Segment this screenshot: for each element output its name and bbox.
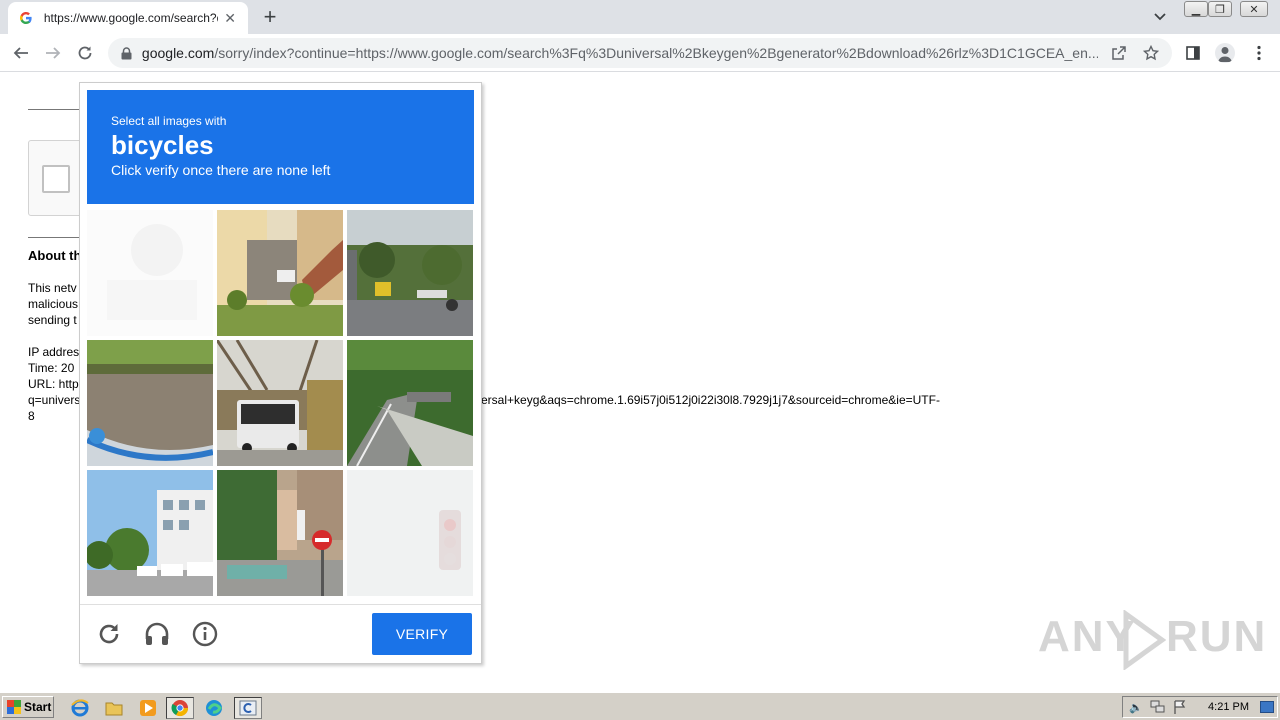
image-tile-5[interactable]: [217, 340, 343, 466]
clock: 4:21 PM: [1208, 701, 1249, 713]
show-desktop-icon[interactable]: [1260, 701, 1274, 713]
reload-challenge-icon[interactable]: [94, 619, 124, 649]
image-grid: [87, 210, 475, 598]
time-line: Time: 20: [28, 361, 75, 375]
new-tab-button[interactable]: +: [258, 4, 282, 29]
back-arrow-icon[interactable]: [8, 40, 34, 66]
challenge-header: Select all images with bicycles Click ve…: [87, 90, 474, 204]
volume-icon[interactable]: 🔈: [1127, 699, 1145, 715]
browser-tab[interactable]: https://www.google.com/search?q=u ✕: [8, 2, 248, 34]
google-g-icon: [18, 10, 34, 26]
footer-divider: [80, 604, 481, 605]
anyrun-watermark: ANY RUN: [1038, 608, 1265, 672]
url-query-end: 8: [28, 409, 35, 423]
bookmark-star-icon[interactable]: [1140, 42, 1162, 64]
menu-kebab-icon[interactable]: [1246, 40, 1272, 66]
image-tile-9[interactable]: [347, 470, 473, 596]
watermark-play-icon: [1123, 610, 1166, 670]
challenge-target-object: bicycles: [111, 130, 214, 160]
media-player-icon[interactable]: [134, 697, 162, 719]
close-window-button[interactable]: ✕: [1240, 1, 1268, 17]
explanation-line-3: sending t: [28, 313, 77, 327]
image-tile-4[interactable]: [87, 340, 213, 466]
action-center-flag-icon[interactable]: [1171, 699, 1189, 715]
edge-icon[interactable]: [200, 697, 228, 719]
windows-taskbar: Start 🔈 4:21 PM: [0, 692, 1280, 720]
lock-icon[interactable]: [120, 46, 134, 60]
image-tile-8[interactable]: [217, 470, 343, 596]
divider-top: [28, 109, 80, 110]
tab-strip: https://www.google.com/search?q=u ✕ + ▁ …: [0, 0, 1280, 34]
challenge-subinstruction: Click verify once there are none left: [111, 162, 331, 178]
minimize-window-button[interactable]: ▁: [1184, 1, 1208, 17]
recaptcha-checkbox[interactable]: [42, 165, 70, 193]
start-button[interactable]: Start: [2, 696, 54, 718]
watermark-right-text: RUN: [1166, 612, 1268, 661]
tab-close-icon[interactable]: ✕: [222, 10, 238, 26]
ie-icon[interactable]: [66, 697, 94, 719]
challenge-instruction: Select all images with: [111, 114, 227, 128]
image-tile-6[interactable]: [347, 340, 473, 466]
url-line: URL: http: [28, 377, 79, 391]
ip-address-line: IP addres: [28, 345, 80, 359]
profile-avatar-icon[interactable]: [1212, 40, 1238, 66]
about-heading: About th: [28, 248, 82, 263]
image-tile-7[interactable]: [87, 470, 213, 596]
share-icon[interactable]: [1108, 42, 1130, 64]
image-tile-3[interactable]: [347, 210, 473, 336]
divider-middle: [28, 237, 80, 238]
browser-toolbar: google.com/sorry/index?continue=https://…: [0, 34, 1280, 72]
start-label: Start: [24, 700, 52, 714]
chrome-icon[interactable]: [166, 697, 194, 719]
url-host: google.com: [141, 45, 215, 61]
explanation-line-2: malicious: [28, 297, 79, 311]
address-url[interactable]: google.com/sorry/index?continue=https://…: [142, 45, 1098, 61]
forward-arrow-icon[interactable]: [40, 40, 66, 66]
address-bar[interactable]: google.com/sorry/index?continue=https://…: [108, 38, 1172, 68]
image-tile-2[interactable]: [217, 210, 343, 336]
restore-window-button[interactable]: ❐: [1208, 1, 1232, 17]
explanation-line-1: This netv: [28, 281, 77, 295]
url-query-left: q=univers: [28, 393, 81, 407]
tab-search-chevron-icon[interactable]: [1150, 8, 1170, 26]
cmd-icon[interactable]: [234, 697, 262, 719]
info-help-icon[interactable]: [190, 619, 220, 649]
side-panel-icon[interactable]: [1180, 40, 1206, 66]
network-icon[interactable]: [1149, 699, 1167, 715]
url-path: /sorry/index?continue=https://www.google…: [214, 45, 1099, 61]
system-tray: 🔈 4:21 PM: [1122, 696, 1278, 718]
verify-button[interactable]: VERIFY: [372, 613, 472, 655]
windows-logo-icon: [7, 700, 21, 714]
explorer-icon[interactable]: [100, 697, 128, 719]
image-tile-1[interactable]: [87, 210, 213, 336]
tab-title: https://www.google.com/search?q=u: [43, 11, 219, 25]
recaptcha-challenge-dialog: Select all images with bicycles Click ve…: [79, 82, 482, 664]
audio-challenge-headphones-icon[interactable]: [142, 619, 172, 649]
url-query-right: ersal+keyg&aqs=chrome.1.69i57j0i512j0i22…: [481, 393, 940, 407]
reload-icon[interactable]: [72, 40, 98, 66]
